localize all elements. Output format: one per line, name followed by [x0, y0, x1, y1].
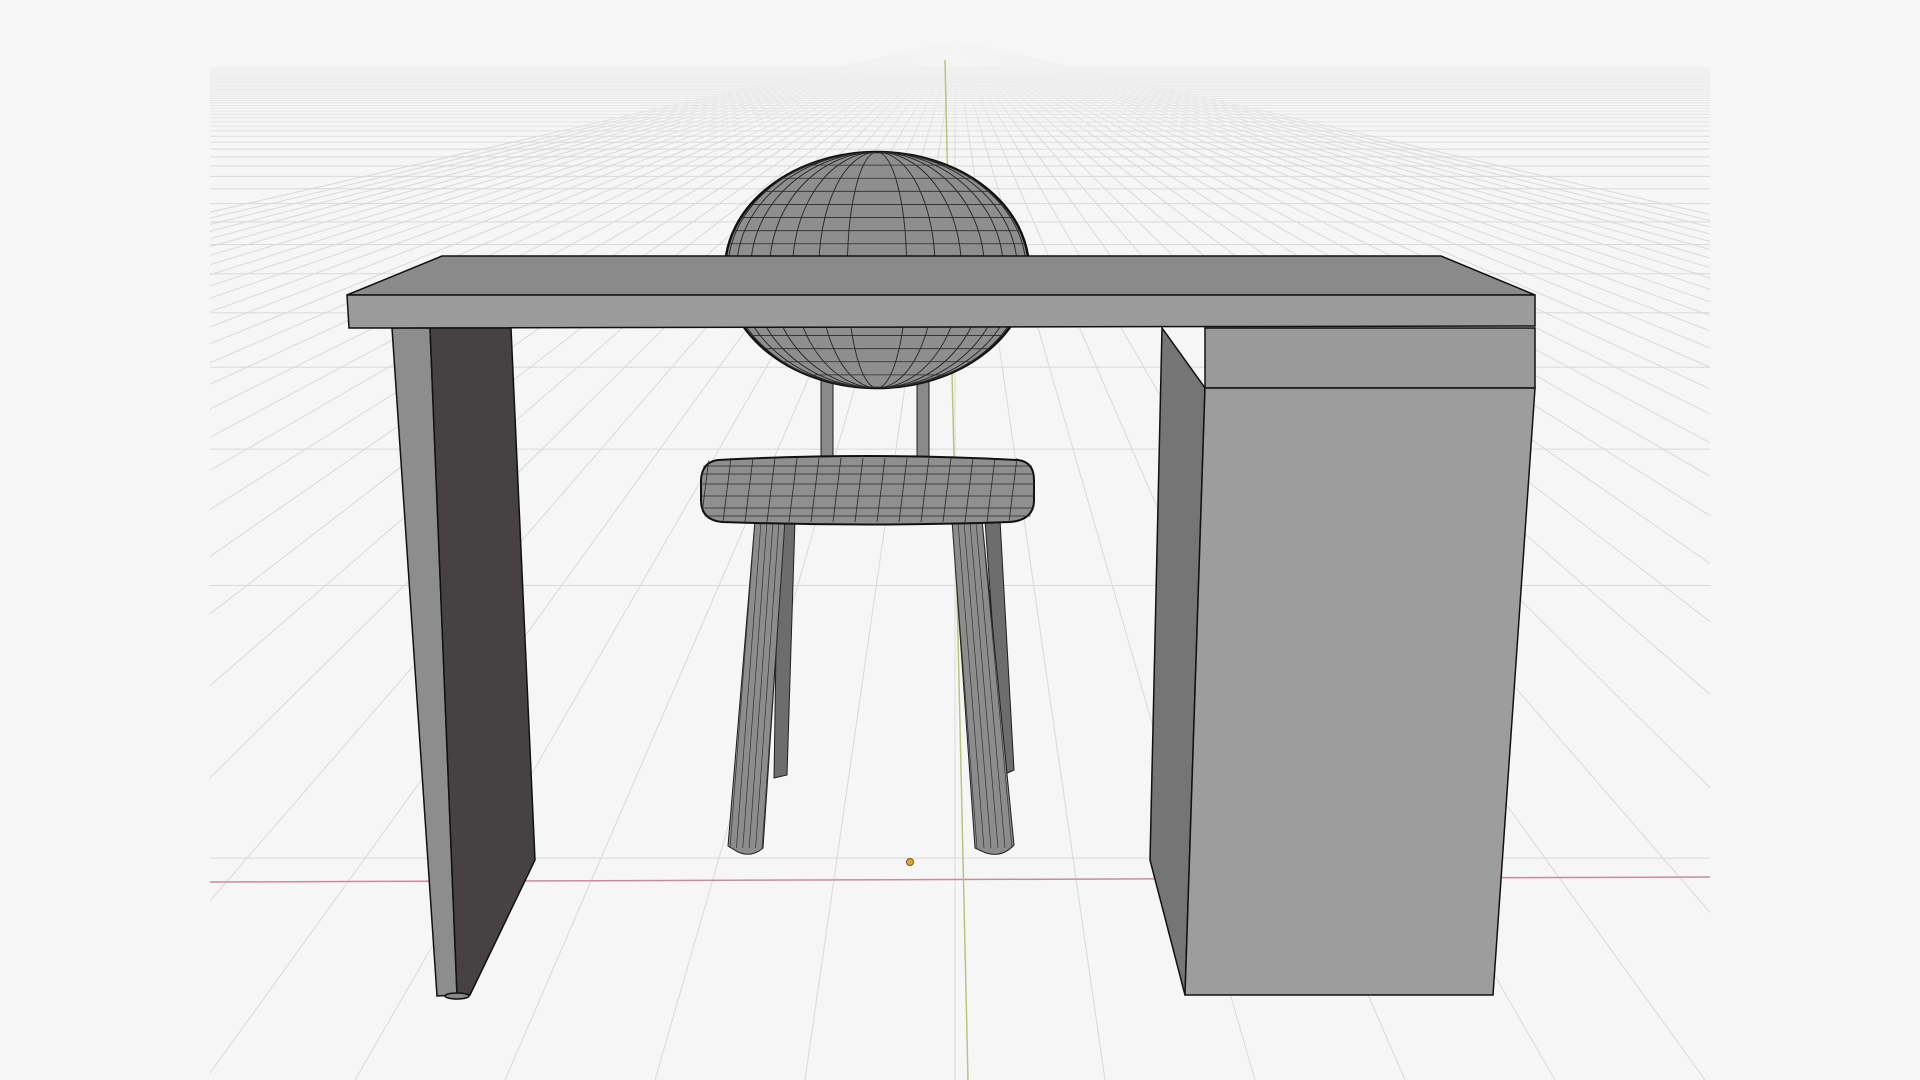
chair-rod-right — [916, 371, 930, 465]
desk-cabinet-drawer — [1204, 327, 1536, 389]
desk-top-surface — [346, 255, 1536, 296]
viewport-canvas[interactable] — [0, 0, 1920, 1080]
origin-point[interactable] — [906, 858, 914, 866]
desk-left-leg-foot — [444, 992, 470, 1000]
desk-top-edge — [346, 294, 1536, 329]
chair-rod-left — [820, 371, 834, 465]
3d-viewport[interactable] — [0, 0, 1920, 1080]
desk-cabinet-front — [1184, 387, 1536, 996]
